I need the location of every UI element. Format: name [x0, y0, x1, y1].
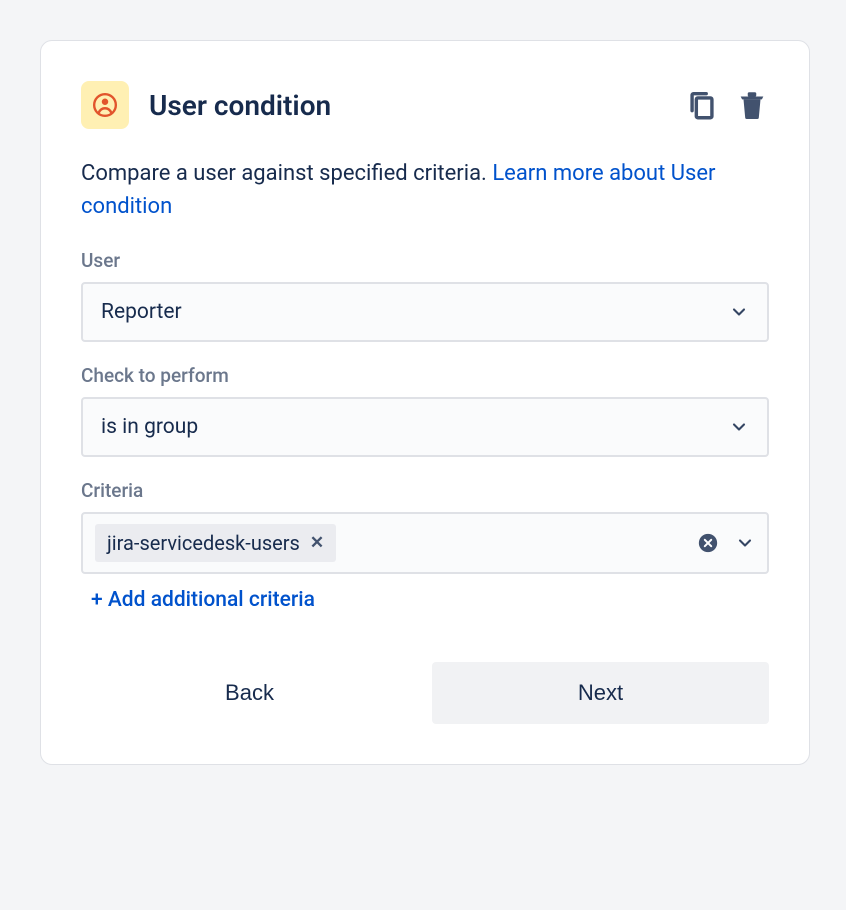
- back-button[interactable]: Back: [81, 662, 418, 724]
- user-select-value: Reporter: [101, 300, 729, 324]
- description-text: Compare a user against specified criteri…: [81, 161, 492, 186]
- criteria-tag: jira-servicedesk-users ✕: [95, 524, 336, 562]
- criteria-tag-label: jira-servicedesk-users: [107, 531, 300, 555]
- user-select[interactable]: Reporter: [81, 282, 769, 342]
- clear-all-button[interactable]: [697, 532, 719, 554]
- footer-actions: Back Next: [81, 662, 769, 724]
- criteria-label: Criteria: [81, 479, 769, 502]
- add-criteria-link[interactable]: + Add additional criteria: [81, 574, 325, 612]
- criteria-select[interactable]: jira-servicedesk-users ✕: [81, 512, 769, 574]
- user-circle-icon: [92, 92, 118, 118]
- next-button[interactable]: Next: [432, 662, 769, 724]
- header-actions: [685, 86, 769, 124]
- copy-icon: [685, 88, 719, 122]
- chevron-down-icon: [729, 302, 749, 322]
- check-label: Check to perform: [81, 364, 769, 387]
- chevron-down-icon[interactable]: [735, 533, 755, 553]
- user-condition-panel: User condition Compare a user against sp…: [40, 40, 810, 765]
- check-select-value: is in group: [101, 415, 729, 439]
- trash-icon: [735, 86, 769, 124]
- panel-description: Compare a user against specified criteri…: [81, 157, 769, 223]
- tag-remove-icon[interactable]: ✕: [310, 533, 324, 553]
- user-label: User: [81, 249, 769, 272]
- condition-icon-badge: [81, 81, 129, 129]
- check-select[interactable]: is in group: [81, 397, 769, 457]
- clear-icon: [697, 532, 719, 554]
- panel-header: User condition: [81, 81, 769, 129]
- chevron-down-icon: [729, 417, 749, 437]
- check-field-group: Check to perform is in group: [81, 364, 769, 457]
- delete-button[interactable]: [735, 86, 769, 124]
- duplicate-button[interactable]: [685, 88, 719, 122]
- criteria-field-group: Criteria jira-servicedesk-users ✕ + Add …: [81, 479, 769, 612]
- panel-title: User condition: [149, 89, 685, 122]
- user-field-group: User Reporter: [81, 249, 769, 342]
